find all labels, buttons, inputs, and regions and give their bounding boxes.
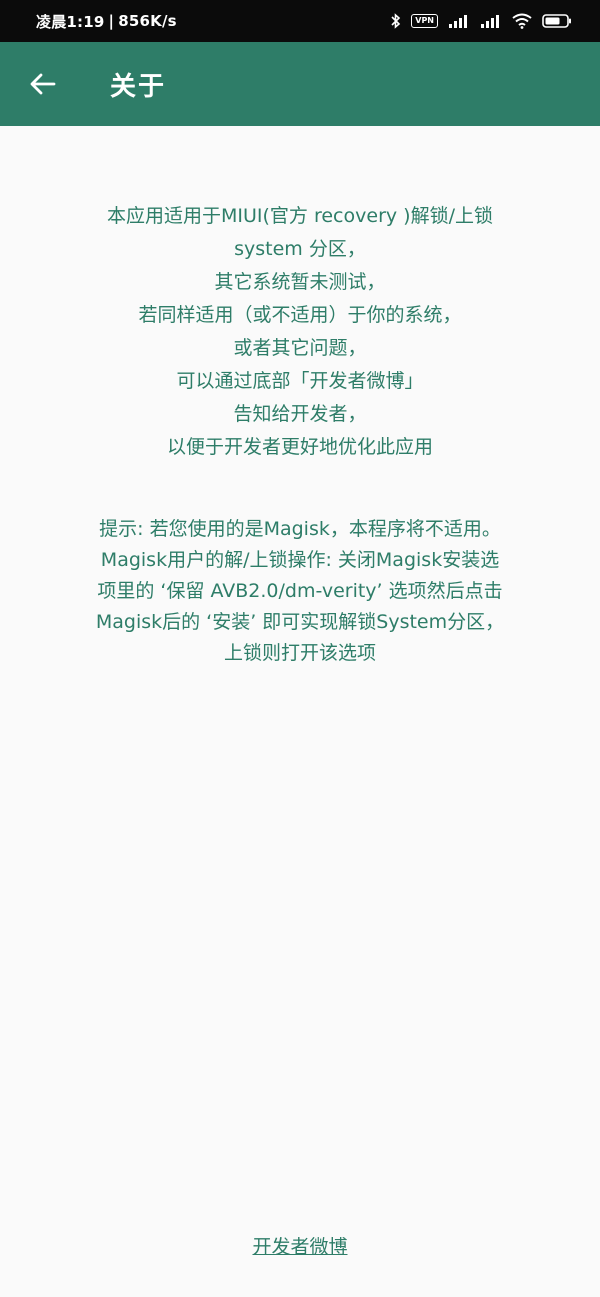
status-speed: 856K/s [118, 12, 177, 30]
tip-line: 项里的 ‘保留 AVB2.0/dm-verity’ 选项然后点击 [97, 580, 503, 602]
tip-line: Magisk后的 ‘安装’ 即可实现解锁System分区， [95, 611, 505, 633]
about-line: 或者其它问题， [233, 337, 367, 359]
tip-line: Magisk用户的解/上锁操作: 关闭Magisk安装选 [100, 549, 500, 571]
magisk-tip: 提示: 若您使用的是Magisk，本程序将不适用。 Magisk用户的解/上锁操… [30, 514, 570, 669]
about-line: 告知给开发者， [233, 403, 367, 425]
status-separator: | [108, 12, 115, 30]
status-icons: VPN [391, 13, 572, 29]
wifi-icon [512, 13, 532, 29]
status-bar: 凌晨1:19 | 856K/s VPN [0, 0, 600, 42]
back-arrow-icon [30, 73, 56, 95]
status-time: 凌晨1:19 [36, 12, 105, 31]
battery-icon [542, 14, 571, 28]
signal-sim1-icon [449, 15, 467, 28]
about-content: 本应用适用于MIUI(官方 recovery )解锁/上锁 system 分区，… [30, 200, 570, 669]
app-bar: 关于 [0, 42, 600, 126]
about-line: 本应用适用于MIUI(官方 recovery )解锁/上锁 [107, 205, 493, 227]
back-button[interactable] [26, 67, 60, 101]
about-description: 本应用适用于MIUI(官方 recovery )解锁/上锁 system 分区，… [30, 200, 570, 464]
signal-sim2-icon [481, 15, 499, 28]
about-line: 其它系统暂未测试， [214, 271, 386, 293]
vpn-icon: VPN [411, 14, 438, 28]
status-left: 凌晨1:19 | 856K/s [36, 11, 177, 32]
about-line: system 分区， [234, 238, 366, 260]
tip-line: 提示: 若您使用的是Magisk，本程序将不适用。 [99, 518, 501, 540]
about-line: 可以通过底部「开发者微博」 [176, 370, 424, 392]
developer-weibo-link[interactable]: 开发者微博 [0, 1232, 600, 1259]
about-line: 若同样适用（或不适用）于你的系统， [138, 304, 462, 326]
about-line: 以便于开发者更好地优化此应用 [166, 436, 433, 458]
page-title: 关于 [110, 71, 167, 102]
tip-line: 上锁则打开该选项 [223, 642, 376, 664]
bluetooth-icon [391, 13, 401, 29]
